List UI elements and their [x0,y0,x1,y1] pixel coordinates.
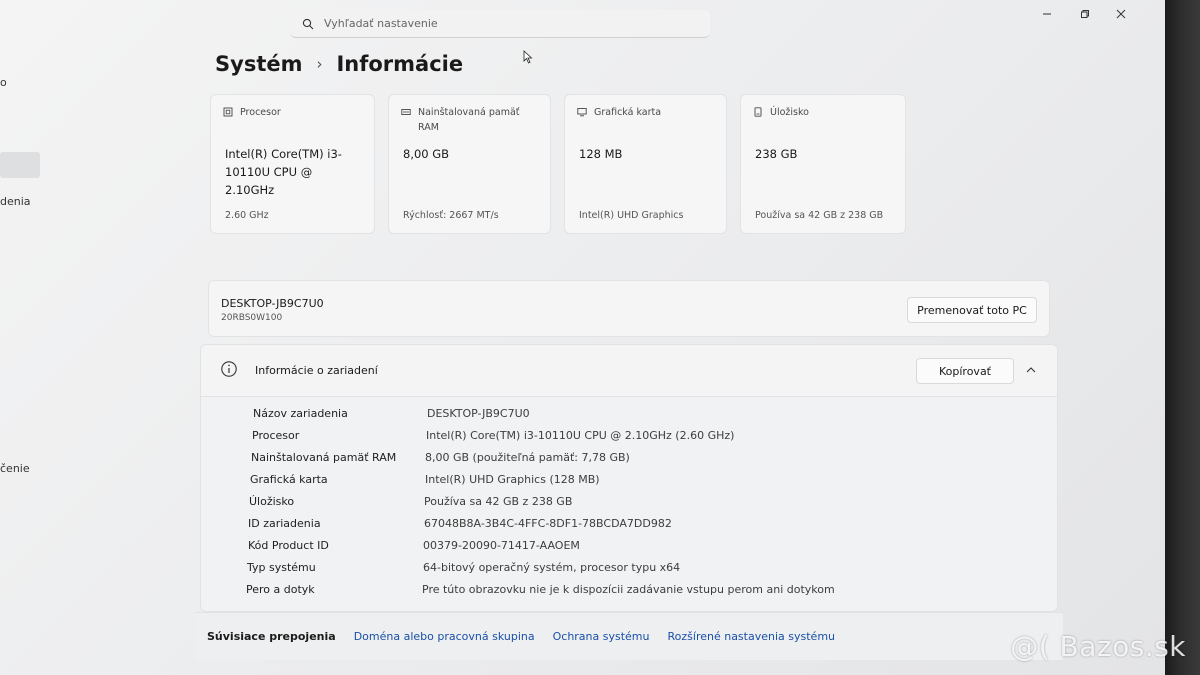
property-row: Názov zariadenia DESKTOP-JB9C7U0 [201,403,1057,425]
rename-pc-button[interactable]: Premenovať toto PC [907,297,1037,323]
breadcrumb: Systém › Informácie [215,52,463,76]
card-value: Intel(R) Core(TM) i3-10110U CPU @ 2.10GH… [225,147,342,197]
property-value: 00379-20090-71417-AAOEM [423,539,580,552]
restore-icon[interactable] [1074,6,1096,22]
property-value: 67048B8A-3B4C-4FFC-8DF1-78BCDA7DD982 [424,517,672,530]
property-row: Úložisko Používa sa 42 GB z 238 GB [201,491,1057,513]
advanced-system-settings-link[interactable]: Rozšírené nastavenia systému [668,630,836,643]
sidebar-item-fragment[interactable]: denia [0,195,31,208]
card-value: 8,00 GB [403,147,450,161]
copy-button[interactable]: Kopírovať [916,358,1014,384]
property-label: Kód Product ID [248,539,329,552]
processor-card: Procesor Intel(R) Core(TM) i3-10110U CPU… [210,94,375,234]
property-label: Grafická karta [250,473,328,486]
property-value: Pre túto obrazovku nie je k dispozícii z… [422,583,835,596]
page-title: Informácie [336,52,464,76]
card-title: Grafická karta [594,107,662,118]
device-name: DESKTOP-JB9C7U0 [221,297,324,310]
storage-icon [754,107,762,117]
card-value: 128 MB [579,147,623,161]
property-label: Typ systému [247,561,316,574]
property-row: Grafická karta Intel(R) UHD Graphics (12… [201,469,1057,491]
card-subtext: Intel(R) UHD Graphics [579,210,684,221]
device-info-title: Informácie o zariadení [255,364,378,377]
settings-window: o denia čenie Systém › Informácie Proces… [0,0,1165,675]
property-label: Úložisko [249,495,295,508]
close-icon[interactable] [1110,6,1132,22]
system-protection-link[interactable]: Ochrana systému [553,630,650,643]
property-label: Pero a dotyk [246,583,315,596]
card-value: 238 GB [755,147,798,161]
info-icon [221,361,237,377]
sidebar-item-fragment[interactable]: o [0,76,7,89]
watermark: @( Bazos.sk [1010,630,1186,663]
sidebar-selected-item[interactable] [0,152,40,178]
property-value: 8,00 GB (použiteľná pamäť: 7,78 GB) [425,451,630,464]
property-label: Názov zariadenia [253,407,348,420]
related-links: Súvisiace prepojenia Doména alebo pracov… [195,612,1063,660]
chevron-up-icon[interactable] [1025,364,1037,376]
sidebar-item-fragment[interactable]: čenie [0,462,30,475]
property-value: Používa sa 42 GB z 238 GB [424,495,573,508]
storage-card: Úložisko 238 GB Používa sa 42 GB z 238 G… [740,94,906,234]
device-model: 20RBS0W100 [221,313,283,323]
property-label: ID zariadenia [248,517,321,530]
search-icon [302,18,314,29]
device-info-header[interactable]: Informácie o zariadení Kopírovať [201,345,1057,397]
property-row: ID zariadenia 67048B8A-3B4C-4FFC-8DF1-78… [201,513,1057,535]
property-label: Nainštalovaná pamäť RAM [251,451,397,464]
minimize-icon[interactable] [1036,6,1058,22]
property-value: Intel(R) UHD Graphics (128 MB) [425,473,600,486]
search-box[interactable] [290,10,710,38]
breadcrumb-parent[interactable]: Systém [215,52,302,76]
device-properties-list: Názov zariadenia DESKTOP-JB9C7U0 Proceso… [201,403,1057,601]
property-row: Kód Product ID 00379-20090-71417-AAOEM [201,535,1057,557]
graphics-card: Grafická karta 128 MB Intel(R) UHD Graph… [564,94,727,234]
card-title: Procesor [240,107,281,118]
property-row: Nainštalovaná pamäť RAM 8,00 GB (použite… [201,447,1057,469]
property-value: Intel(R) Core(TM) i3-10110U CPU @ 2.10GH… [426,429,735,442]
graphics-card-icon [577,108,587,117]
property-label: Procesor [252,429,300,442]
search-input[interactable] [324,17,684,30]
card-title: Nainštalovaná pamäť RAM [418,107,520,133]
ram-icon [401,109,411,115]
device-name-section: DESKTOP-JB9C7U0 20RBS0W100 Premenovať to… [208,280,1050,337]
breadcrumb-separator: › [316,55,323,73]
card-title: Úložisko [770,107,809,118]
monitor-bezel [1165,0,1200,675]
property-row: Procesor Intel(R) Core(TM) i3-10110U CPU… [201,425,1057,447]
property-value: DESKTOP-JB9C7U0 [427,407,530,420]
domain-workgroup-link[interactable]: Doména alebo pracovná skupina [354,630,535,643]
ram-card: Nainštalovaná pamäť RAM 8,00 GB Rýchlosť… [388,94,551,234]
card-subtext: 2.60 GHz [225,210,269,221]
device-info-panel: Informácie o zariadení Kopírovať Názov z… [200,344,1058,612]
property-row: Pero a dotyk Pre túto obrazovku nie je k… [201,579,1057,601]
related-links-label: Súvisiace prepojenia [207,630,336,643]
mouse-cursor-icon [523,50,533,64]
card-subtext: Rýchlosť: 2667 MT/s [403,210,499,221]
card-subtext: Používa sa 42 GB z 238 GB [755,210,884,221]
processor-icon [223,107,233,117]
property-value: 64-bitový operačný systém, procesor typu… [423,561,681,574]
property-row: Typ systému 64-bitový operačný systém, p… [201,557,1057,579]
